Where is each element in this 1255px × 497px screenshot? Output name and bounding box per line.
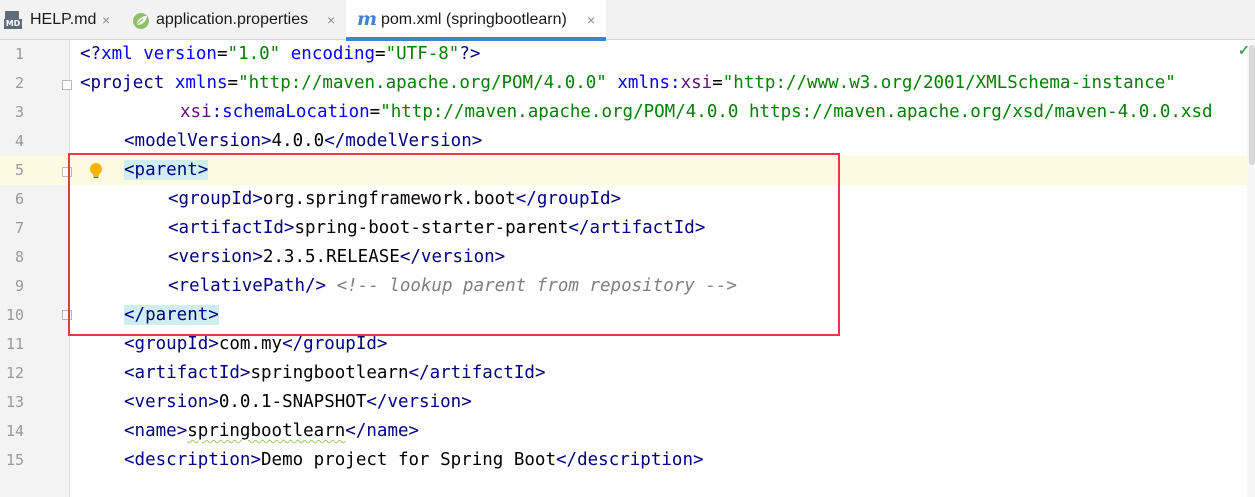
line-number: 14	[5, 422, 24, 440]
tab-help-md[interactable]: MD HELP.md ×	[0, 0, 126, 40]
line-number: 4	[14, 132, 24, 150]
line-number: 8	[14, 248, 24, 266]
markdown-file-icon: MD	[4, 11, 22, 29]
line-number: 2	[14, 74, 24, 92]
line-number: 6	[14, 190, 24, 208]
fold-marker-icon[interactable]	[62, 80, 72, 90]
line-number: 3	[14, 103, 24, 121]
editor-tab-bar: MD HELP.md × application.properties × m …	[0, 0, 1255, 41]
tab-label: pom.xml (springbootlearn)	[381, 11, 567, 28]
code-text: <description>Demo project for Spring Boo…	[124, 450, 704, 470]
line-number: 11	[5, 335, 24, 353]
tab-pom-xml[interactable]: m pom.xml (springbootlearn) ×	[346, 0, 606, 41]
line-number: 7	[14, 219, 24, 237]
tab-label: application.properties	[156, 11, 309, 28]
code-line: 2 <project xmlns="http://maven.apache.or…	[0, 69, 1255, 98]
tab-label: HELP.md	[30, 11, 97, 28]
code-text: <version>0.0.1-SNAPSHOT</version>	[124, 392, 472, 412]
code-line: 12 <artifactId>springbootlearn</artifact…	[0, 359, 1255, 388]
scrollbar-thumb[interactable]	[1249, 45, 1255, 165]
line-number: 12	[5, 364, 24, 382]
line-number: 5	[14, 161, 24, 179]
code-text: <?xml version="1.0" encoding="UTF-8"?>	[80, 44, 481, 64]
maven-m-icon: m	[357, 8, 378, 30]
close-tab-icon[interactable]: ×	[587, 0, 595, 40]
tab-application-properties[interactable]: application.properties ×	[126, 0, 346, 40]
code-text: <artifactId>springbootlearn</artifactId>	[124, 363, 546, 383]
line-number: 1	[14, 45, 24, 63]
inspection-ok-check-icon[interactable]: ✓	[1238, 42, 1254, 58]
close-tab-icon[interactable]: ×	[327, 0, 335, 40]
code-line: 15 <description>Demo project for Spring …	[0, 446, 1255, 475]
code-text: <project xmlns="http://maven.apache.org/…	[80, 73, 1176, 93]
close-tab-icon[interactable]: ×	[102, 0, 110, 40]
code-line: 3 xsi:schemaLocation="http://maven.apach…	[0, 98, 1255, 127]
code-text: xsi:schemaLocation="http://maven.apache.…	[180, 102, 1213, 122]
line-number: 13	[5, 393, 24, 411]
code-line: 1 <?xml version="1.0" encoding="UTF-8"?>	[0, 40, 1255, 69]
code-line: 4 <modelVersion>4.0.0</modelVersion>	[0, 127, 1255, 156]
code-text: <name>springbootlearn</name>	[124, 421, 420, 441]
spring-leaf-icon	[133, 13, 149, 29]
code-line: 14 <name>springbootlearn</name>	[0, 417, 1255, 446]
line-number: 15	[5, 451, 24, 469]
code-text: <modelVersion>4.0.0</modelVersion>	[124, 131, 483, 151]
parent-block-highlight-box	[68, 153, 840, 336]
line-number: 9	[14, 277, 24, 295]
code-line: 13 <version>0.0.1-SNAPSHOT</version>	[0, 388, 1255, 417]
line-number: 10	[5, 306, 24, 324]
